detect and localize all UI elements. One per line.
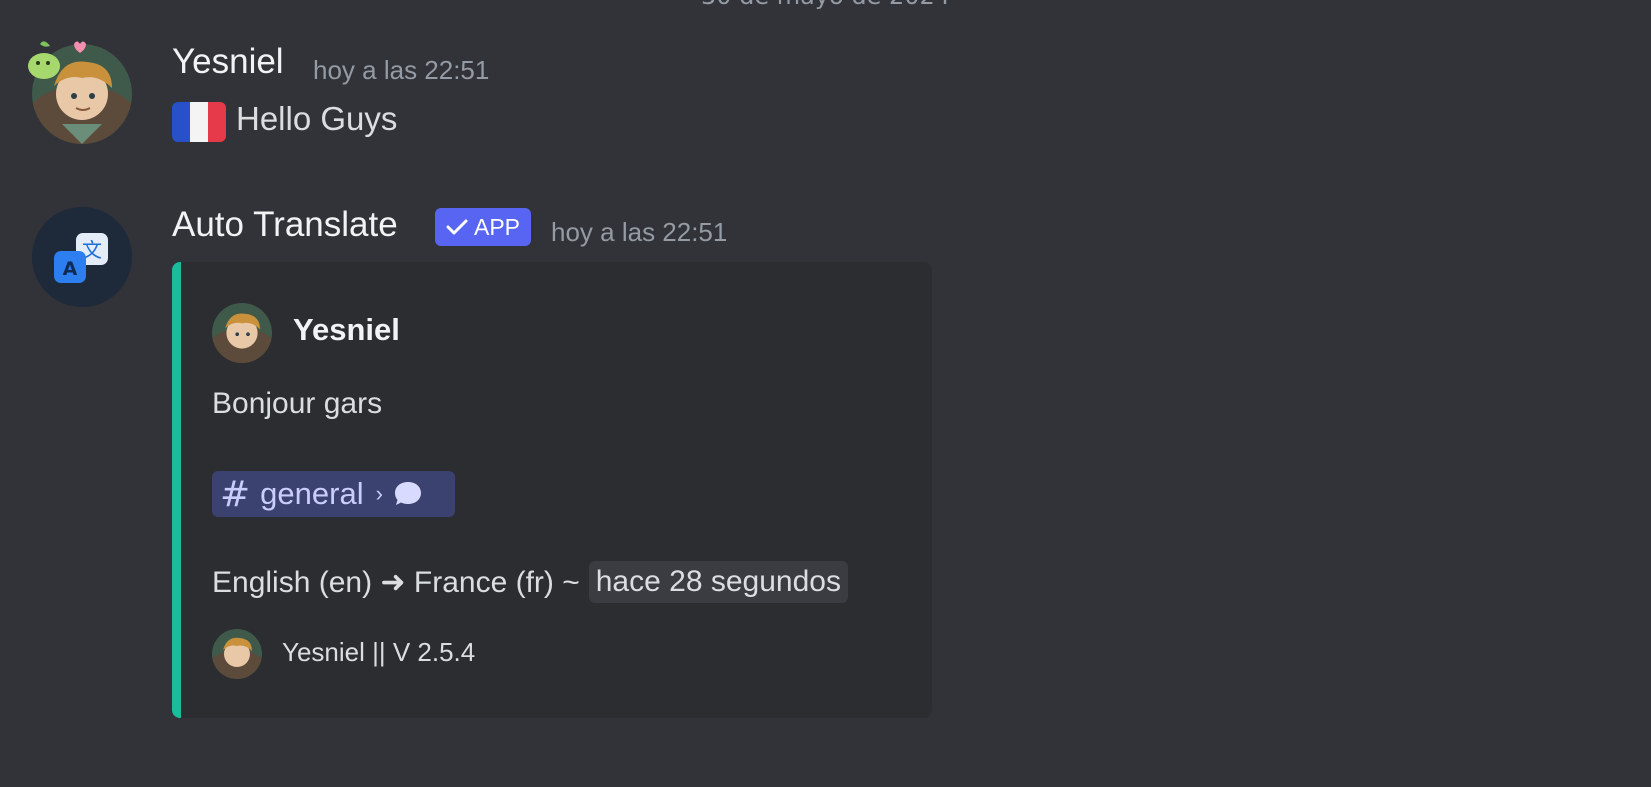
date-divider: 30 de mayo de 2024 xyxy=(0,0,1651,10)
footer-avatar xyxy=(212,629,262,679)
embed-author-name[interactable]: Yesniel xyxy=(293,312,400,348)
bot-author[interactable]: Auto Translate xyxy=(172,205,398,245)
language-line: English (en) ➜ France (fr) ~ hace 28 seg… xyxy=(212,561,848,603)
relative-timestamp[interactable]: hace 28 segundos xyxy=(588,561,848,603)
avatar-decoration-icon xyxy=(28,41,86,79)
channel-hash-icon: # xyxy=(220,473,251,515)
embed-description: Bonjour gars xyxy=(212,387,383,420)
message-timestamp[interactable]: hoy a las 22:51 xyxy=(313,55,489,86)
channel-name: general xyxy=(260,476,364,511)
chevron-right-icon: › xyxy=(375,481,383,506)
channel-mention-general[interactable]: # general › xyxy=(212,471,455,517)
message-text: Hello Guys xyxy=(236,100,398,137)
bot-timestamp[interactable]: hoy a las 22:51 xyxy=(551,217,727,248)
flag-france-icon xyxy=(172,102,226,142)
app-badge: APP xyxy=(435,208,531,246)
check-icon xyxy=(446,219,468,235)
app-badge-label: APP xyxy=(473,213,521,240)
message-author[interactable]: Yesniel xyxy=(172,42,284,82)
embed-accent-bar xyxy=(172,262,181,718)
language-pair: English (en) ➜ France (fr) ~ xyxy=(212,565,580,599)
chat-view: 30 de mayo de 2024 Yesniel hoy a las 22:… xyxy=(0,0,1651,787)
thread-bubble-icon xyxy=(394,482,421,505)
svg-text:A: A xyxy=(63,258,78,280)
embed-author-avatar[interactable] xyxy=(212,303,272,363)
bot-avatar[interactable]: 文 A xyxy=(32,207,132,307)
embed-footer-text: Yesniel || V 2.5.4 xyxy=(282,637,476,667)
translation-embed: Yesniel Bonjour gars # general › English… xyxy=(172,262,932,718)
